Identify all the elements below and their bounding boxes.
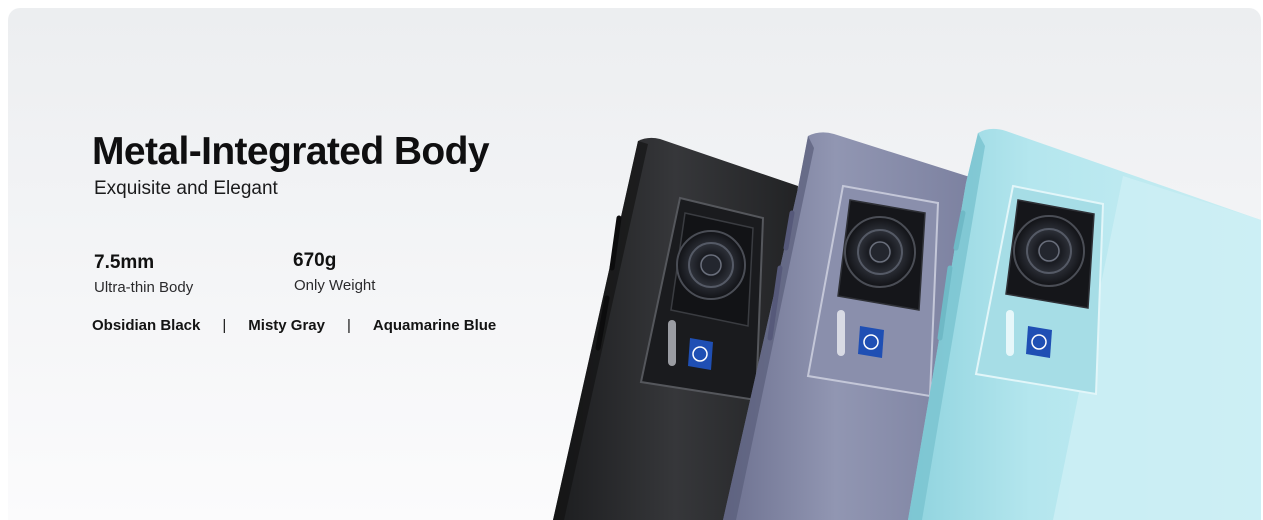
color-option-aquamarine-blue: Aquamarine Blue <box>372 317 497 334</box>
hero-subtitle: Exquisite and Elegant <box>94 178 278 199</box>
feature-banner: Metal-Integrated Body Exquisite and Eleg… <box>8 8 1261 520</box>
hero-title: Metal-Integrated Body <box>92 130 490 173</box>
color-separator: | <box>346 317 351 334</box>
color-option-misty-gray: Misty Gray <box>248 317 325 334</box>
spec-weight-label: Only Weight <box>294 277 376 294</box>
spec-thickness-value: 7.5mm <box>94 252 155 273</box>
spec-thickness-label: Ultra-thin Body <box>94 279 194 296</box>
tablet-product-image <box>553 128 1261 520</box>
spec-weight-value: 670g <box>293 250 337 271</box>
color-options: Obsidian Black | Misty Gray | Aquamarine… <box>92 317 496 334</box>
color-separator: | <box>222 317 227 334</box>
color-option-obsidian-black: Obsidian Black <box>92 317 201 334</box>
